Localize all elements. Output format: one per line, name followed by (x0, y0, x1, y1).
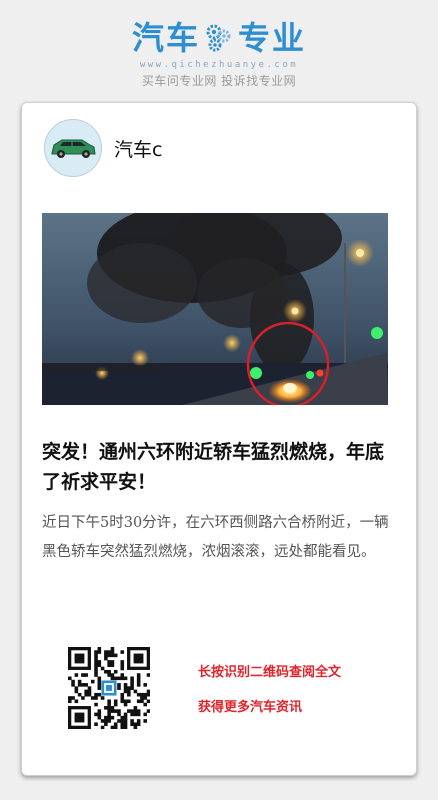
burning-car-photo (42, 213, 388, 405)
article-excerpt: 近日下午5时30分许，在六环西侧路六合桥附近，一辆黑色轿车突然猛烈燃烧，浓烟滚滚… (42, 515, 389, 560)
site-slogan: 买车问专业网 投诉找专业网 (141, 74, 297, 88)
article-image[interactable] (42, 213, 388, 405)
gear-cluster-icon (206, 24, 231, 52)
qr-call-to-action: 长按识别二维码查阅全文 获得更多汽车资讯 (198, 655, 341, 725)
article-headline[interactable]: 突发！通州六环附近轿车猛烈燃烧，年底了祈求平安！ (42, 437, 392, 497)
cta-line-2: 获得更多汽车资讯 (198, 700, 303, 715)
site-logo: 汽车 专业 (132, 18, 306, 58)
site-header: 汽车 专业 www.qichezhuanye.com 买车问专业网 投诉找专业网 (0, 18, 438, 89)
qr-code-graphic (68, 647, 151, 730)
avatar (44, 119, 102, 177)
qr-code-icon[interactable] (68, 647, 151, 730)
cta-line-1: 长按识别二维码查阅全文 (198, 665, 342, 680)
brand-title-right: 专业 (238, 19, 307, 57)
site-url: www.qichezhuanye.com (139, 60, 299, 70)
brand-title-left: 汽车 (131, 19, 200, 57)
article-card: 汽车c 突发！通州六环附近轿车猛烈燃烧，年底了祈求平安！ 近日下午5时30分许，… (21, 102, 417, 776)
green-car-icon (51, 139, 96, 158)
author-name[interactable]: 汽车c (114, 135, 162, 162)
author-row: 汽车c (44, 119, 162, 177)
